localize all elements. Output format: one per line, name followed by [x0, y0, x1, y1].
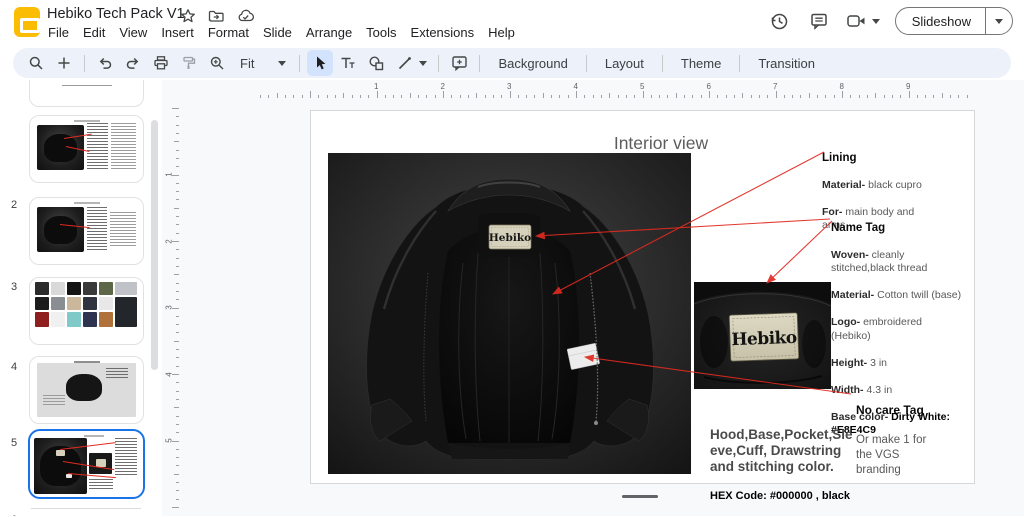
transition-button[interactable]: Transition — [747, 50, 826, 76]
zoom-fit-label: Fit — [240, 56, 254, 71]
menu-help[interactable]: Help — [481, 24, 522, 41]
slides-logo[interactable] — [14, 7, 40, 37]
menu-format[interactable]: Format — [201, 24, 256, 41]
chevron-down-icon — [278, 61, 286, 66]
menu-slide[interactable]: Slide — [256, 24, 299, 41]
no-care-heading: No care Tag — [856, 403, 968, 418]
move-folder-icon[interactable] — [208, 8, 225, 24]
menu-file[interactable]: File — [41, 24, 76, 41]
horizontal-ruler: 123456789 — [180, 82, 1024, 98]
menu-bar: File Edit View Insert Format Slide Arran… — [41, 24, 522, 41]
slide-number: 5 — [4, 437, 24, 449]
slide-6-thumbnail-selected[interactable] — [28, 429, 145, 499]
version-history-icon[interactable] — [768, 9, 792, 33]
meet-call-control[interactable] — [846, 12, 880, 30]
slideshow-button[interactable]: Slideshow — [895, 7, 1013, 35]
no-care-body: Or make 1 for the VGS branding — [856, 433, 968, 478]
text-box-tool[interactable] — [335, 50, 361, 76]
filmstrip: 2 3 4 5 — [0, 80, 162, 516]
color-note-body: Hood,Base,Pocket,Sle eve,Cuff, Drawstrin… — [710, 427, 856, 475]
zoom-fit-dropdown[interactable]: Fit — [232, 56, 292, 71]
slide-4-thumbnail[interactable] — [29, 277, 144, 345]
menu-view[interactable]: View — [112, 24, 154, 41]
menu-insert[interactable]: Insert — [154, 24, 201, 41]
vertical-ruler: 12345 — [163, 96, 180, 516]
slide-page[interactable]: Interior view — [310, 110, 975, 484]
slide-5-thumbnail[interactable] — [29, 356, 144, 424]
menu-edit[interactable]: Edit — [76, 24, 112, 41]
slideshow-options-caret[interactable] — [985, 8, 1012, 34]
undo-icon[interactable] — [92, 50, 118, 76]
svg-text:Hebiko: Hebiko — [731, 328, 797, 350]
filmstrip-divider — [31, 508, 141, 509]
theme-button[interactable]: Theme — [670, 50, 732, 76]
redo-icon[interactable] — [120, 50, 146, 76]
slide-number: 3 — [4, 281, 24, 293]
menu-extensions[interactable]: Extensions — [404, 24, 482, 41]
slide-3-thumbnail[interactable] — [29, 197, 144, 265]
shape-tool[interactable] — [363, 50, 389, 76]
search-menus-icon[interactable] — [23, 50, 49, 76]
color-note-annotation[interactable]: Hood,Base,Pocket,Sle eve,Cuff, Drawstrin… — [710, 413, 856, 517]
name-tag-heading: Name Tag — [831, 222, 981, 236]
line-tool[interactable] — [391, 50, 417, 76]
chevron-down-icon — [872, 19, 880, 24]
paint-format-icon[interactable] — [176, 50, 202, 76]
titlebar: Hebiko Tech Pack V1 File Edit View Inser… — [0, 0, 1024, 44]
slide-number: 2 — [4, 199, 24, 211]
filmstrip-scrollbar[interactable] — [151, 120, 158, 370]
insert-comment-icon[interactable] — [446, 50, 472, 76]
new-slide-plus-icon[interactable] — [51, 50, 77, 76]
jacket-interior-image[interactable]: Hebiko — [328, 153, 691, 474]
background-button[interactable]: Background — [487, 50, 578, 76]
main-toolbar: Fit Background Layout Theme Transition — [13, 48, 1011, 78]
document-title[interactable]: Hebiko Tech Pack V1 — [47, 6, 185, 22]
cloud-saved-icon[interactable] — [237, 8, 255, 24]
slide-1-thumbnail[interactable] — [29, 80, 144, 107]
print-icon[interactable] — [148, 50, 174, 76]
slideshow-label[interactable]: Slideshow — [896, 8, 985, 34]
comment-history-icon[interactable] — [807, 9, 831, 33]
slide-title-textbox[interactable]: Interior view — [561, 133, 761, 154]
svg-text:Hebiko: Hebiko — [489, 232, 531, 244]
slide-number: 4 — [4, 361, 24, 373]
name-tag-closeup-image[interactable]: Hebiko — [694, 282, 831, 389]
menu-tools[interactable]: Tools — [359, 24, 403, 41]
collar-name-tag: Hebiko — [489, 225, 531, 249]
select-tool[interactable] — [307, 50, 333, 76]
lining-heading: Lining — [822, 152, 952, 166]
speaker-notes-resize-handle[interactable] — [622, 495, 658, 498]
no-care-tag-annotation[interactable]: No care Tag Or make 1 for the VGS brandi… — [856, 388, 968, 493]
chevron-down-icon — [995, 19, 1003, 24]
line-tool-caret[interactable] — [419, 61, 427, 66]
menu-arrange[interactable]: Arrange — [299, 24, 359, 41]
color-note-hex: HEX Code: #000000 , black — [710, 490, 856, 504]
layout-button[interactable]: Layout — [594, 50, 655, 76]
zoom-icon[interactable] — [204, 50, 230, 76]
slide-2-thumbnail[interactable] — [29, 115, 144, 183]
star-icon[interactable] — [180, 8, 196, 24]
